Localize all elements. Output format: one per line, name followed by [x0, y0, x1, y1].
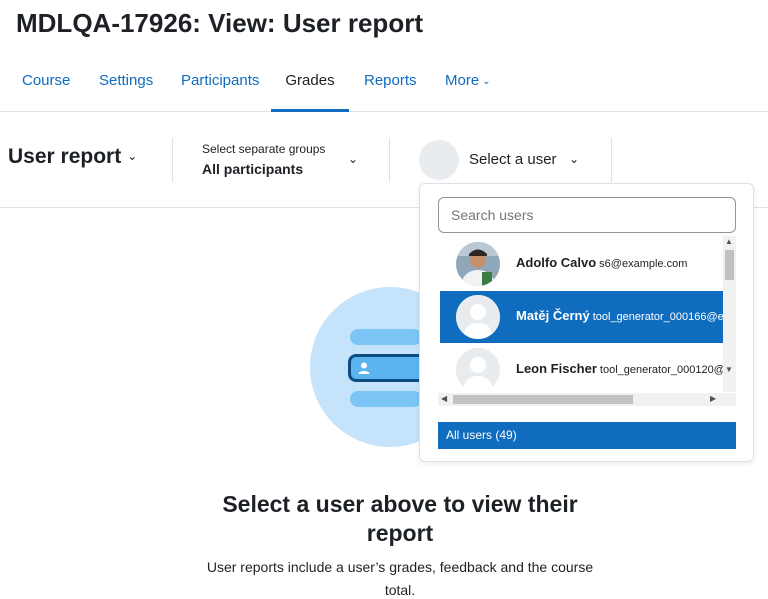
- group-selector[interactable]: Select separate groups All participants: [202, 142, 325, 177]
- empty-state-title: Select a user above to view their report: [222, 491, 578, 546]
- user-email: tool_generator_000166@e: [592, 311, 724, 323]
- list-item[interactable]: Adolfo Calvo s6@example.com: [440, 238, 726, 290]
- scrollbar-thumb[interactable]: [725, 250, 734, 280]
- person-icon: [358, 362, 370, 374]
- chevron-down-icon: ⌄: [482, 76, 491, 87]
- tab-more[interactable]: More ⌄: [445, 56, 491, 112]
- illustration-bar: [350, 329, 422, 345]
- scrollbar-thumb[interactable]: [453, 395, 633, 404]
- chevron-down-icon: ⌄: [127, 149, 138, 163]
- group-selector-value: All participants: [202, 161, 304, 177]
- list-item-selected[interactable]: Matěj Černý tool_generator_000166@e: [440, 291, 726, 343]
- tab-reports[interactable]: Reports: [364, 56, 417, 112]
- divider: [172, 138, 173, 182]
- avatar: [419, 140, 459, 180]
- report-selector[interactable]: User report ⌄: [8, 145, 137, 169]
- divider: [389, 138, 390, 182]
- page-title: MDLQA-17926: View: User report: [16, 8, 423, 38]
- user-selector-label: Select a user: [469, 151, 557, 168]
- scroll-up-icon[interactable]: ▲: [725, 237, 733, 246]
- user-list: Adolfo Calvo s6@example.com Matěj Černý to…: [438, 236, 736, 410]
- tab-course[interactable]: Course: [22, 56, 70, 112]
- avatar: [456, 295, 500, 339]
- tab-grades[interactable]: Grades: [271, 56, 349, 112]
- all-users-button[interactable]: All users (49): [438, 422, 736, 449]
- divider: [611, 138, 612, 182]
- user-name: Leon Fischer tool_generator_000120@: [516, 361, 725, 376]
- list-item[interactable]: Leon Fischer tool_generator_000120@: [440, 344, 726, 396]
- report-selector-label: User report: [8, 145, 122, 168]
- avatar: [456, 242, 500, 286]
- default-user-icon: [456, 295, 500, 339]
- vertical-scrollbar[interactable]: ▲ ▼: [723, 236, 736, 392]
- scroll-right-icon[interactable]: ▶: [710, 394, 716, 403]
- user-email: tool_generator_000120@: [599, 364, 725, 376]
- secondary-navigation: Course Settings Participants Grades Repo…: [0, 56, 768, 112]
- tab-settings[interactable]: Settings: [99, 56, 153, 112]
- scroll-down-icon[interactable]: ▼: [725, 365, 733, 374]
- tab-more-label: More: [445, 72, 480, 89]
- empty-state-description: User reports include a user’s grades, fe…: [206, 559, 594, 598]
- group-selector-label: Select separate groups: [202, 142, 326, 156]
- chevron-down-icon[interactable]: ⌄: [348, 152, 358, 166]
- avatar: [456, 348, 500, 392]
- chevron-down-icon: ⌄: [569, 152, 580, 166]
- scroll-left-icon[interactable]: ◀: [441, 394, 447, 403]
- tab-participants[interactable]: Participants: [181, 56, 259, 112]
- search-input[interactable]: [438, 197, 736, 233]
- user-photo: [456, 242, 500, 286]
- user-name: Adolfo Calvo s6@example.com: [516, 255, 688, 270]
- illustration-bar: [350, 391, 422, 407]
- user-email: s6@example.com: [599, 258, 688, 270]
- user-search-dropdown: Adolfo Calvos6@example.com Matěj Černýto…: [419, 183, 754, 462]
- default-user-icon: [456, 348, 500, 392]
- user-name: Matěj Černý tool_generator_000166@e: [516, 308, 724, 323]
- horizontal-scrollbar[interactable]: ◀ ▶: [438, 393, 736, 406]
